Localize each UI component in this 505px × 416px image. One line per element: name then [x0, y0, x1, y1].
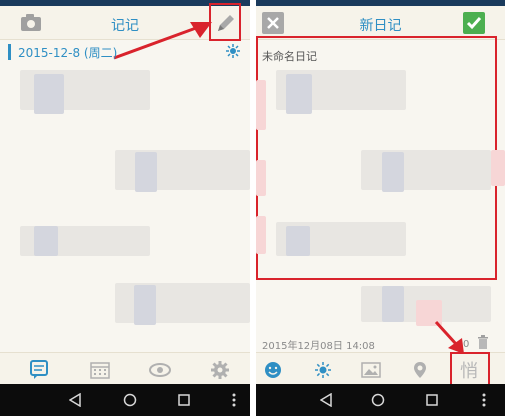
blurred-entry	[135, 152, 157, 192]
home-icon[interactable]	[118, 388, 142, 412]
system-nav-bar	[256, 384, 505, 416]
confirm-button[interactable]	[463, 12, 485, 34]
menu-dots-icon[interactable]	[222, 388, 246, 412]
sun-icon[interactable]	[312, 359, 334, 381]
blurred-entry	[134, 285, 156, 325]
list-icon[interactable]	[28, 359, 50, 381]
blurred-entry	[256, 80, 266, 130]
top-bar: 新日记	[256, 6, 505, 40]
blurred-entry	[256, 160, 266, 196]
blurred-entry	[361, 150, 491, 190]
recents-icon[interactable]	[172, 388, 196, 412]
blurred-entry	[491, 150, 505, 186]
check-icon	[466, 17, 482, 30]
eye-icon[interactable]	[149, 359, 171, 381]
blurred-entry	[286, 226, 310, 256]
diary-list-screen: 记记 2015-12-8 (周二)	[0, 0, 250, 416]
location-icon[interactable]	[409, 359, 431, 381]
calendar-icon[interactable]	[89, 359, 111, 381]
sun-icon	[226, 44, 240, 58]
blurred-entry	[34, 74, 64, 114]
blurred-entry	[256, 216, 266, 254]
trash-icon[interactable]	[477, 335, 489, 349]
gear-icon[interactable]	[209, 359, 231, 381]
menu-dots-icon[interactable]	[472, 388, 496, 412]
bottom-tab-bar	[0, 352, 250, 384]
back-icon[interactable]	[63, 388, 87, 412]
back-icon[interactable]	[314, 388, 338, 412]
recents-icon[interactable]	[420, 388, 444, 412]
timestamp: 2015年12月08日 14:08	[262, 341, 375, 352]
date-label: 2015-12-8 (周二)	[18, 46, 118, 60]
system-nav-bar	[0, 384, 250, 416]
image-icon[interactable]	[360, 359, 382, 381]
home-icon[interactable]	[366, 388, 390, 412]
blurred-entry	[34, 226, 58, 256]
diary-title-input[interactable]: 未命名日记	[262, 48, 317, 64]
blurred-entry	[382, 286, 404, 322]
blurred-entry	[382, 152, 404, 192]
emoji-icon[interactable]	[262, 359, 284, 381]
new-diary-screen: 新日记 未命名日记 2015年12月08日 14:08 0 悄	[256, 0, 505, 416]
date-header[interactable]: 2015-12-8 (周二)	[0, 40, 250, 64]
blurred-entry	[286, 74, 312, 114]
pointer-arrow	[434, 320, 464, 354]
